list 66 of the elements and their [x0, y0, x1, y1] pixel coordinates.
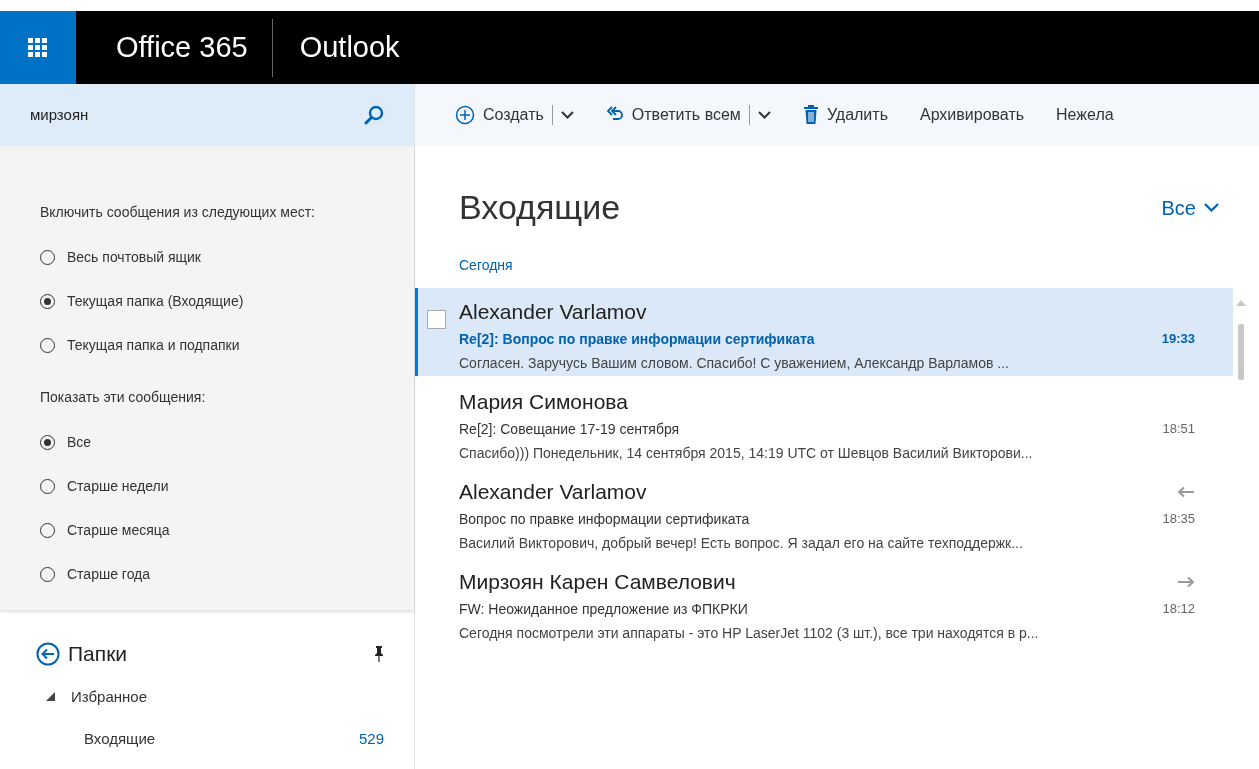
message-time: 18:51: [1162, 420, 1195, 439]
folder-heading: Входящие: [459, 187, 621, 228]
radio-option[interactable]: Текущая папка (Входящие): [40, 279, 244, 323]
radio-label: Старше недели: [67, 476, 169, 496]
message-item[interactable]: Alexander Varlamov Вопрос по правке информации сертификата 18:35 Василий Викторович, добрый вечер! Есть вопрос. Я задал его на сайте техподдержк...: [415, 468, 1233, 556]
scrollbar-thumb[interactable]: [1238, 324, 1244, 380]
message-time: 18:35: [1162, 510, 1195, 529]
message-item[interactable]: Мирзоян Карен Самвелович FW: Неожиданное предложение из ФПКРКИ 18:12 Сегодня посмотрели эти аппараты - это HP LaserJet 1102 (3 шт.), все три находятся в р...: [415, 558, 1233, 646]
folder-item[interactable]: Входящие: [84, 728, 156, 751]
search-icon[interactable]: [364, 105, 384, 125]
sender-name: Alexander Varlamov: [459, 299, 647, 325]
toolbar-button[interactable]: Ответить всем: [605, 103, 741, 127]
message-time: 19:33: [1161, 330, 1195, 349]
message-preview: Согласен. Заручусь Вашим словом. Спасибо! С уважением, Александр Варламов ...: [459, 354, 1010, 373]
suite-title: Office 365: [115, 29, 249, 65]
chevron-down-icon: [1204, 203, 1219, 212]
toolbar-button[interactable]: Архивировать: [919, 103, 1025, 127]
message-item[interactable]: Мария Симонова Re[2]: Совещание 17-19 сентября 18:51 Спасибо))) Понедельник, 14 сентября 2015, 14:19 UTC от Шевцов Василий Викторови...: [415, 378, 1233, 466]
filter-heading: Показать эти сообщения:: [40, 388, 207, 407]
message-item[interactable]: Alexander Varlamov Re[2]: Вопрос по правке информации сертификата 19:33 Согласен. Заручусь Вашим словом. Спасибо! С уважением, Александр Варламов ...: [415, 288, 1233, 376]
message-subject: Re[2]: Совещание 17-19 сентября: [459, 420, 680, 439]
message-time: 18:12: [1162, 600, 1195, 619]
radio-option[interactable]: Старше недели: [40, 464, 169, 508]
trash-icon: [802, 105, 819, 125]
radio-option[interactable]: Текущая папка и подпапки: [40, 323, 240, 367]
search-field[interactable]: мирзоян: [0, 84, 414, 146]
sender-name: Alexander Varlamov: [459, 479, 647, 505]
radio-label: Все: [67, 432, 92, 452]
radio-label: Текущая папка (Входящие): [67, 291, 244, 311]
app-launcher-button[interactable]: [0, 11, 76, 84]
radio-option[interactable]: Старше месяца: [40, 508, 170, 552]
collapse-triangle-icon[interactable]: [46, 692, 55, 702]
app-title: Outlook: [298, 29, 400, 65]
message-subject: Вопрос по правке информации сертификата: [459, 510, 750, 529]
message-preview: Василий Викторович, добрый вечер! Есть вопрос. Я задал его на сайте техподдержк...: [459, 534, 1024, 553]
grid-icon: [28, 37, 48, 58]
message-preview: Сегодня посмотрели эти аппараты - это HP LaserJet 1102 (3 шт.), все три находятся в р...: [459, 624, 1040, 643]
chevron-down-icon: [757, 111, 771, 119]
checkbox[interactable]: [427, 310, 446, 329]
filter-dropdown[interactable]: Все: [1161, 192, 1219, 223]
filter-heading: Включить сообщения из следующих мест:: [40, 203, 316, 222]
dropdown-button[interactable]: [560, 111, 574, 119]
message-subject: Re[2]: Вопрос по правке информации сертификата: [459, 330, 815, 349]
folder-group-label[interactable]: Избранное: [71, 685, 148, 708]
dropdown-button[interactable]: [757, 111, 771, 119]
sender-name: Мирзоян Карен Самвелович: [459, 569, 736, 595]
radio-option[interactable]: Весь почтовый ящик: [40, 235, 201, 279]
unread-count: 529: [358, 729, 384, 749]
radio-label: Старше года: [67, 564, 151, 584]
folders-heading: Папки: [68, 641, 128, 667]
radio-option[interactable]: Все: [40, 420, 92, 464]
radio-option[interactable]: Старше года: [40, 552, 151, 596]
plus-circle-icon: [455, 105, 475, 125]
sender-name: Мария Симонова: [459, 389, 628, 415]
radio-label: Старше месяца: [67, 520, 170, 540]
radio-label: Весь почтовый ящик: [67, 247, 201, 267]
date-group-header: Сегодня: [458, 256, 514, 275]
search-input[interactable]: мирзоян: [28, 102, 364, 128]
toolbar-button[interactable]: Создать: [455, 103, 544, 127]
toolbar-button[interactable]: Нежела: [1056, 103, 1114, 127]
message-subject: FW: Неожиданное предложение из ФПКРКИ: [459, 600, 748, 619]
message-preview: Спасибо))) Понедельник, 14 сентября 2015, 14:19 UTC от Шевцов Василий Викторови...: [459, 444, 1034, 463]
pin-icon[interactable]: [374, 645, 384, 662]
chevron-down-icon: [560, 111, 574, 119]
radio-label: Текущая папка и подпапки: [67, 335, 240, 355]
toolbar-button[interactable]: Удалить: [802, 103, 888, 127]
